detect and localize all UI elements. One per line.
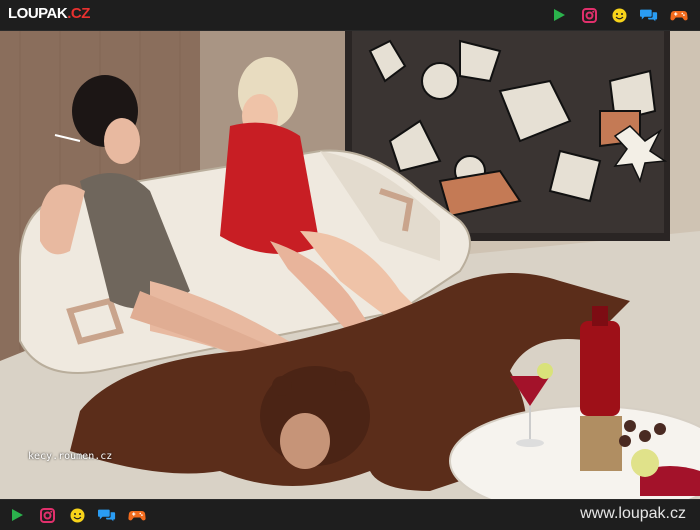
illustration	[0, 31, 700, 499]
play-icon[interactable]	[550, 6, 568, 24]
watermark: kecy.roumen.cz	[28, 451, 113, 462]
chat-icon[interactable]	[98, 506, 116, 524]
instagram-icon[interactable]	[38, 506, 56, 524]
site-logo[interactable]: LOUPAK.CZ	[8, 5, 90, 22]
top-icon-bar	[538, 6, 688, 24]
chat-icon[interactable]	[640, 6, 658, 24]
smiley-icon[interactable]	[68, 506, 86, 524]
bottom-bar: www.loupak.cz	[0, 499, 700, 530]
artwork-image: kecy.roumen.cz	[0, 31, 700, 499]
top-bar: LOUPAK.CZ	[0, 0, 700, 31]
play-icon[interactable]	[8, 506, 26, 524]
site-url[interactable]: www.loupak.cz	[580, 505, 686, 523]
logo-tld: .CZ	[67, 5, 90, 22]
bottom-icon-bar	[0, 506, 146, 524]
gamepad-icon[interactable]	[670, 6, 688, 24]
logo-main: LOUPAK	[8, 5, 68, 22]
gamepad-icon[interactable]	[128, 506, 146, 524]
smiley-icon[interactable]	[610, 6, 628, 24]
instagram-icon[interactable]	[580, 6, 598, 24]
